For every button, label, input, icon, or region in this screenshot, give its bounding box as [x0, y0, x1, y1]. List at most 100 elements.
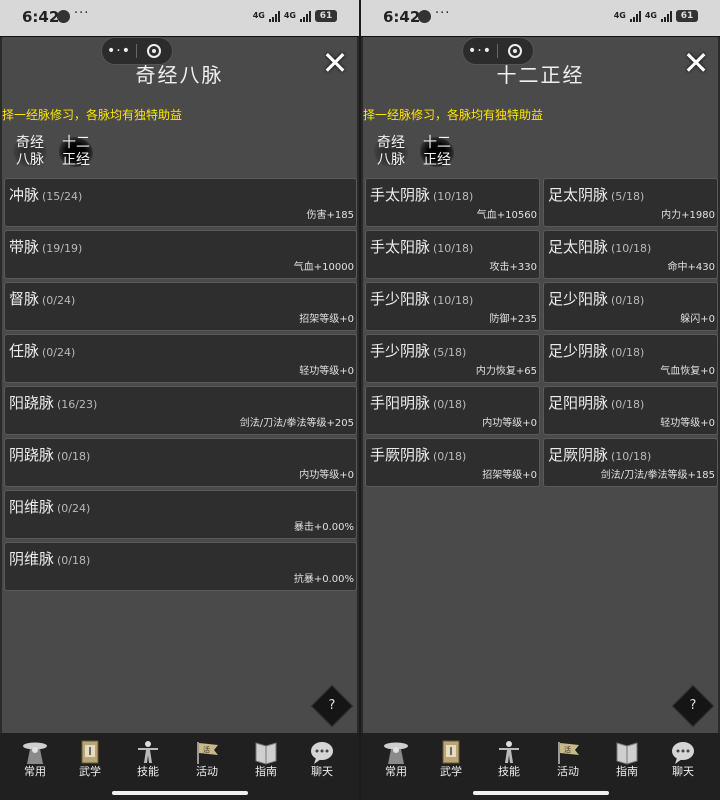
tab-zhengjing[interactable]: 十二 正经: [417, 132, 457, 172]
meridian-bonus: 招架等级+0: [482, 470, 537, 481]
meridian-bonus: 轻功等级+0: [660, 418, 715, 429]
battery-icon: 61: [676, 10, 698, 22]
meridian-row[interactable]: 阴维脉 (0/18) 抗暴+0.00%: [4, 542, 357, 591]
meridian-bonus: 内功等级+0: [299, 470, 354, 481]
martial-pose-icon: [138, 741, 158, 763]
nav-item-jineng[interactable]: 技能: [485, 739, 533, 787]
meridian-bonus: 伤害+185: [306, 210, 354, 221]
status-indicators: 4G 4G 61: [614, 10, 698, 22]
meridian-bonus: 气血+10000: [293, 262, 354, 273]
meridian-bonus: 招架等级+0: [299, 314, 354, 325]
meridian-row[interactable]: 手少阳脉 (10/18) 防御+235: [365, 282, 540, 331]
meridian-row[interactable]: 足少阳脉 (0/18) 躲闪+0: [543, 282, 718, 331]
meridian-row[interactable]: 任脉 (0/24) 轻功等级+0: [4, 334, 357, 383]
meridian-bonus: 气血+10560: [476, 210, 537, 221]
meridian-row[interactable]: 手阳明脉 (0/18) 内功等级+0: [365, 386, 540, 435]
nav-item-zhinan[interactable]: 指南: [242, 739, 290, 787]
nav-item-changyong[interactable]: 常用: [372, 739, 420, 787]
martial-pose-icon: [499, 741, 519, 763]
banner-flag-icon: 活: [197, 742, 218, 764]
globe-icon: [418, 10, 431, 23]
meridian-row[interactable]: 带脉 (19/19) 气血+10000: [4, 230, 357, 279]
close-icon[interactable]: ✕: [682, 47, 710, 79]
svg-text:活: 活: [203, 745, 210, 754]
tab-qijing[interactable]: 奇经 八脉: [371, 132, 411, 172]
battery-icon: 61: [315, 10, 337, 22]
meridian-bonus: 暴击+0.00%: [293, 522, 354, 533]
status-bar: 6:42 ··· 4G 4G 61: [361, 0, 720, 36]
meridian-row[interactable]: 足少阴脉 (0/18) 气血恢复+0: [543, 334, 718, 383]
nav-item-changyong[interactable]: 常用: [11, 739, 59, 787]
svg-text:活: 活: [564, 745, 571, 754]
meridian-row[interactable]: 阳维脉 (0/24) 暴击+0.00%: [4, 490, 357, 539]
status-time: 6:42: [22, 8, 60, 26]
open-scroll-icon: [616, 742, 638, 765]
network-label: 4G: [252, 11, 265, 20]
nav-item-jineng[interactable]: 技能: [124, 739, 172, 787]
meridian-row[interactable]: 足太阴脉 (5/18) 内力+1980: [543, 178, 718, 227]
nav-item-wuxue[interactable]: 武学: [427, 739, 475, 787]
chat-bubble-icon: [311, 742, 333, 764]
meridian-panel: •·• 十二正经 ✕ 择一经脉修习，各脉均有独特助益 奇经 八脉 十二 正经 手太阴…: [361, 37, 720, 733]
meridian-row[interactable]: 督脉 (0/24) 招架等级+0: [4, 282, 357, 331]
scroll-book-icon: [81, 740, 99, 764]
meridian-bonus: 气血恢复+0: [660, 366, 715, 377]
question-icon: ?: [689, 698, 697, 713]
status-dots: ···: [435, 6, 451, 21]
signal-icon: [300, 10, 311, 22]
meridian-row[interactable]: 阴跷脉 (0/18) 内功等级+0: [4, 438, 357, 487]
meridian-bonus: 躲闪+0: [680, 314, 715, 325]
tab-zhengjing[interactable]: 十二 正经: [56, 132, 96, 172]
meridian-row[interactable]: 冲脉 (15/24) 伤害+185: [4, 178, 357, 227]
scroll-book-icon: [442, 740, 460, 764]
tab-qijing[interactable]: 奇经 八脉: [10, 132, 50, 172]
banner-flag-icon: 活: [558, 742, 579, 764]
help-button[interactable]: ?: [671, 684, 715, 728]
meridian-row[interactable]: 足阳明脉 (0/18) 轻功等级+0: [543, 386, 718, 435]
signal-icon: [268, 10, 280, 22]
globe-icon: [57, 10, 70, 23]
bottom-nav: 常用 武学 技能 活 活动 指南 聊天: [0, 733, 359, 800]
nav-item-huodong[interactable]: 活 活动: [183, 739, 231, 787]
meridian-row[interactable]: 手太阴脉 (10/18) 气血+10560: [365, 178, 540, 227]
left-pane: 6:42 ··· 4G 4G 61 •·• 奇经八脉 ✕ 择一经脉修习，各脉均有…: [0, 0, 359, 800]
meridian-bonus: 抗暴+0.00%: [293, 574, 354, 585]
target-icon: [147, 44, 161, 58]
meridian-row[interactable]: 足太阳脉 (10/18) 命中+430: [543, 230, 718, 279]
meridian-bonus: 剑法/刀法/拳法等级+205: [239, 418, 354, 429]
nav-item-liaotian[interactable]: 聊天: [298, 739, 346, 787]
meridian-bonus: 内力+1980: [661, 210, 715, 221]
page-title: 奇经八脉: [135, 63, 224, 87]
signal-icon: [629, 10, 641, 22]
meridian-bonus: 轻功等级+0: [299, 366, 354, 377]
status-dots: ···: [74, 6, 90, 21]
subtitle-hint: 择一经脉修习，各脉均有独特助益: [2, 108, 183, 122]
meridian-row[interactable]: 手少阴脉 (5/18) 内力恢复+65: [365, 334, 540, 383]
chat-bubble-icon: [672, 742, 694, 764]
open-scroll-icon: [255, 742, 277, 765]
target-icon: [508, 44, 522, 58]
meridian-row[interactable]: 手厥阴脉 (0/18) 招架等级+0: [365, 438, 540, 487]
nav-item-wuxue[interactable]: 武学: [66, 739, 114, 787]
subtitle-hint: 择一经脉修习，各脉均有独特助益: [363, 108, 544, 122]
question-icon: ?: [328, 698, 336, 713]
home-indicator[interactable]: [112, 791, 248, 795]
right-pane: 6:42 ··· 4G 4G 61 •·• 十二正经 ✕ 择一经脉修习，各脉均有…: [361, 0, 720, 800]
network-label: 4G: [283, 11, 296, 20]
nav-item-liaotian[interactable]: 聊天: [659, 739, 707, 787]
help-button[interactable]: ?: [310, 684, 354, 728]
straw-hat-figure-icon: [384, 742, 408, 764]
home-indicator[interactable]: [473, 791, 609, 795]
meridian-row[interactable]: 手太阳脉 (10/18) 攻击+330: [365, 230, 540, 279]
meridian-bonus: 攻击+330: [489, 262, 537, 273]
nav-item-huodong[interactable]: 活 活动: [544, 739, 592, 787]
meridian-panel: •·• 奇经八脉 ✕ 择一经脉修习，各脉均有独特助益 奇经 八脉 十二 正经 冲脉(…: [0, 37, 359, 733]
meridian-row[interactable]: 阳跷脉 (16/23) 剑法/刀法/拳法等级+205: [4, 386, 357, 435]
meridian-bonus: 防御+235: [489, 314, 537, 325]
page-title: 十二正经: [496, 63, 585, 87]
nav-item-zhinan[interactable]: 指南: [603, 739, 651, 787]
signal-icon: [661, 10, 672, 22]
network-label: 4G: [613, 11, 626, 20]
close-icon[interactable]: ✕: [321, 47, 349, 79]
meridian-row[interactable]: 足厥阴脉 (10/18) 剑法/刀法/拳法等级+185: [543, 438, 718, 487]
